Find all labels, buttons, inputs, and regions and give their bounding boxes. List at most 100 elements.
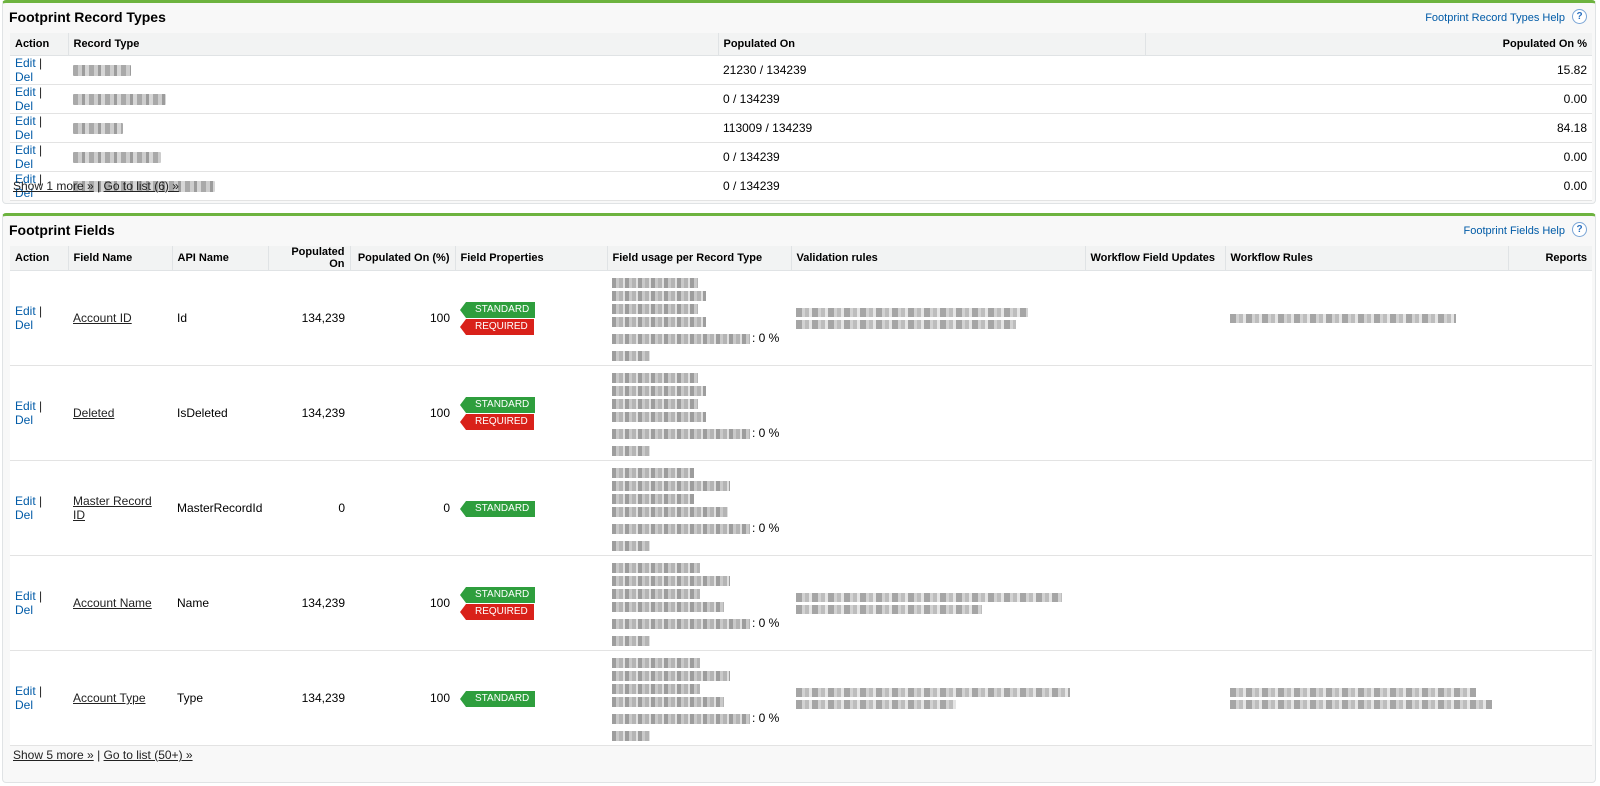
go-to-list-link[interactable]: Go to list (50+) » [104,748,193,762]
redacted-text [73,151,161,163]
populated-on-cell: 0 / 134239 [718,84,1145,114]
field-usage-list: : 0 % [612,559,786,648]
workflow-field-updates-cell [1085,365,1225,461]
column-header-populated-on: Populated On [267,246,350,271]
table-row: Edit | Del Deleted IsDeleted 134,239 100… [10,365,1592,461]
delete-link[interactable]: Del [15,413,33,427]
reports-cell [1508,650,1592,746]
row-actions: Edit | Del [10,270,68,366]
field-name-link[interactable]: Account Type [73,691,146,705]
populated-on-cell: 134,239 [268,555,350,651]
record-type-name [68,84,718,114]
delete-link[interactable]: Del [15,318,33,332]
populated-pct-cell: 100 [350,650,455,746]
edit-link[interactable]: Edit [15,684,36,698]
populated-on-cell: 134,239 [268,365,350,461]
column-header-record-type: Record Type [67,33,718,56]
action-separator: | [39,55,43,70]
field-name-cell: Account ID [68,270,172,366]
api-name-cell: MasterRecordId [172,460,268,556]
field-name-cell: Account Type [68,650,172,746]
action-separator: | [39,684,43,698]
footer-separator: | [97,748,101,762]
required-badge: REQUIRED [460,319,534,335]
delete-link[interactable]: Del [15,128,33,142]
delete-link[interactable]: Del [15,698,33,712]
populated-pct-cell: 0.00 [1145,142,1592,172]
row-actions: Edit | Del [10,460,68,556]
column-header-populated-pct: Populated On % [1144,33,1592,56]
delete-link[interactable]: Del [15,99,33,113]
usage-percent: : 0 % [752,615,780,630]
fields-header: Footprint Fields Footprint Fields Help ? [3,216,1595,246]
workflow-rules-cell [1225,270,1508,366]
delete-link[interactable]: Del [15,603,33,617]
populated-pct-cell: 100 [350,365,455,461]
populated-on-cell: 134,239 [268,270,350,366]
field-properties-cell: STANDARD [455,460,607,556]
populated-pct-cell: 15.82 [1145,55,1592,85]
go-to-list-link[interactable]: Go to list (6) » [104,179,179,193]
fields-panel: Footprint Fields Footprint Fields Help ?… [2,213,1596,783]
field-usage-list: : 0 % [612,654,786,743]
help-icon[interactable]: ? [1572,9,1587,24]
footer-separator: | [97,179,101,193]
api-name-cell: IsDeleted [172,365,268,461]
column-header-populated-pct: Populated On (%) [349,246,455,271]
field-usage-cell: : 0 % [607,650,791,746]
workflow-rules-cell [1225,365,1508,461]
edit-link[interactable]: Edit [15,494,36,508]
workflow-field-updates-cell [1085,650,1225,746]
standard-badge: STANDARD [459,302,536,318]
field-usage-list: : 0 % [612,369,786,458]
field-name-link[interactable]: Master Record ID [73,494,152,522]
field-name-link[interactable]: Account Name [73,596,152,610]
required-badge: REQUIRED [460,604,534,620]
row-actions: Edit | Del [10,84,68,114]
edit-link[interactable]: Edit [15,589,36,603]
field-usage-cell: : 0 % [607,270,791,366]
edit-link[interactable]: Edit [15,143,36,157]
edit-link[interactable]: Edit [15,56,36,70]
field-name-link[interactable]: Account ID [73,311,132,325]
delete-link[interactable]: Del [15,157,33,171]
populated-pct-cell: 0 [350,460,455,556]
validation-rules-cell [791,650,1085,746]
populated-on-cell: 21230 / 134239 [718,55,1145,85]
column-header-workflow-field-updates: Workflow Field Updates [1084,246,1225,271]
fields-footer: Show 5 more » | Go to list (50+) » [13,748,193,762]
record-types-header: Footprint Record Types Footprint Record … [3,3,1595,33]
fields-table: Action Field Name API Name Populated On … [10,246,1592,746]
delete-link[interactable]: Del [15,70,33,84]
workflow-field-updates-cell [1085,270,1225,366]
populated-on-cell: 0 / 134239 [718,142,1145,172]
row-actions: Edit | Del [10,55,68,85]
column-header-workflow-rules: Workflow Rules [1224,246,1508,271]
show-more-link[interactable]: Show 1 more » [13,179,94,193]
populated-on-cell: 113009 / 134239 [718,113,1145,143]
record-types-help-link[interactable]: Footprint Record Types Help [1425,12,1565,24]
redacted-text [73,122,123,134]
edit-link[interactable]: Edit [15,399,36,413]
action-separator: | [39,494,43,508]
action-separator: | [39,84,43,99]
usage-percent: : 0 % [752,425,780,440]
required-badge: REQUIRED [460,414,534,430]
row-actions: Edit | Del [10,555,68,651]
delete-link[interactable]: Del [15,508,33,522]
field-name-link[interactable]: Deleted [73,406,114,420]
row-actions: Edit | Del [10,365,68,461]
record-types-panel: Footprint Record Types Footprint Record … [2,0,1596,204]
validation-rules-cell [791,270,1085,366]
help-icon[interactable]: ? [1572,222,1587,237]
record-type-name [68,113,718,143]
edit-link[interactable]: Edit [15,85,36,99]
column-header-populated-on: Populated On [717,33,1145,56]
fields-help-link[interactable]: Footprint Fields Help [1464,225,1566,237]
show-more-link[interactable]: Show 5 more » [13,748,94,762]
action-separator: | [39,589,43,603]
edit-link[interactable]: Edit [15,304,36,318]
table-row: Edit | Del 113009 / 134239 84.18 [10,113,1592,143]
edit-link[interactable]: Edit [15,114,36,128]
column-header-api-name: API Name [171,246,268,271]
